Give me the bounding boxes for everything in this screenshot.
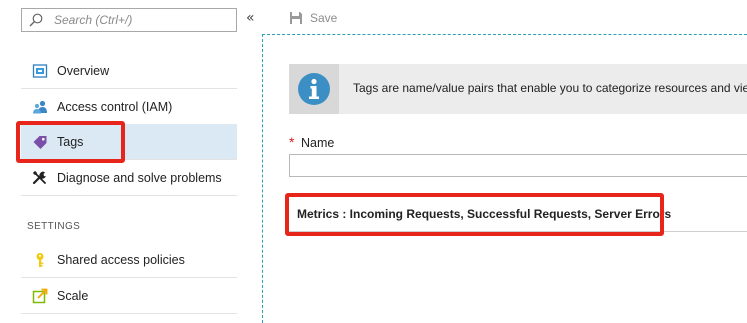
key-icon bbox=[36, 252, 44, 267]
sidebar-item-shared-access-policies[interactable]: Shared access policies bbox=[21, 242, 237, 278]
sidebar-item-diagnose[interactable]: Diagnose and solve problems bbox=[21, 160, 237, 196]
scale-icon bbox=[32, 288, 48, 303]
sidebar-item-label: Access control (IAM) bbox=[57, 99, 173, 114]
sidebar-item-label: Shared access policies bbox=[57, 252, 185, 267]
sidebar-item-label: Diagnose and solve problems bbox=[57, 170, 222, 185]
info-banner-text: Tags are name/value pairs that enable yo… bbox=[353, 81, 747, 95]
search-icon bbox=[29, 13, 43, 27]
toolbar-divider bbox=[262, 34, 747, 35]
info-icon bbox=[298, 73, 330, 105]
sidebar-item-access-control[interactable]: Access control (IAM) bbox=[21, 89, 237, 125]
save-label: Save bbox=[310, 11, 338, 25]
search-input[interactable] bbox=[54, 12, 229, 28]
blade-divider bbox=[262, 34, 263, 323]
name-input[interactable] bbox=[289, 154, 747, 177]
tag-icon bbox=[33, 135, 47, 149]
people-icon bbox=[33, 100, 47, 113]
overview-icon bbox=[32, 63, 48, 78]
info-banner: Tags are name/value pairs that enable yo… bbox=[289, 64, 747, 114]
floppy-disk-icon bbox=[290, 12, 302, 24]
sidebar-item-label: Overview bbox=[57, 63, 110, 78]
required-indicator: * bbox=[289, 134, 295, 150]
resource-menu: « Overview Access control (IAM) Tags bbox=[0, 0, 262, 323]
search-box[interactable] bbox=[21, 8, 237, 32]
sidebar-item-overview[interactable]: Overview bbox=[21, 53, 237, 89]
collapse-menu-button[interactable]: « bbox=[246, 9, 260, 27]
settings-section-header: SETTINGS bbox=[27, 221, 81, 232]
sidebar-item-label: Scale bbox=[57, 288, 89, 303]
metrics-tag-text: Metrics : Incoming Requests, Successful … bbox=[297, 207, 672, 221]
sidebar-item-tags[interactable]: Tags bbox=[21, 124, 237, 160]
name-field-label: Name bbox=[301, 136, 335, 150]
save-button[interactable]: Save bbox=[289, 9, 337, 27]
sidebar-item-scale[interactable]: Scale bbox=[21, 278, 237, 314]
wrench-icon bbox=[32, 170, 46, 184]
sidebar-item-label: Tags bbox=[57, 134, 84, 149]
